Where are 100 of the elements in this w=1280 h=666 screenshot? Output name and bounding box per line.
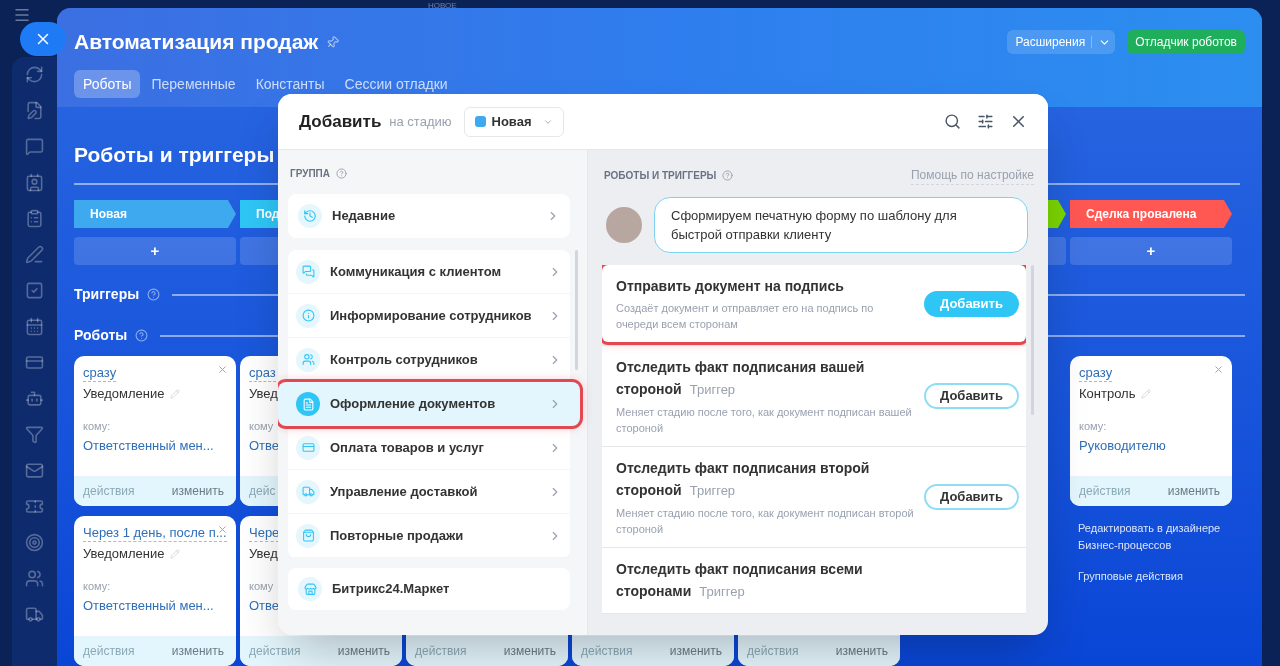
sidebar-icon[interactable] — [25, 569, 44, 588]
recipient-link[interactable]: Отве — [249, 436, 280, 456]
edit-link[interactable]: изменить — [503, 642, 556, 660]
recipient-link[interactable]: Руководителю — [1079, 436, 1166, 456]
tab[interactable]: Переменные — [142, 70, 245, 98]
robot-item[interactable]: Отправить документ на подпись Создаёт документ и отправляет его на подпись по очереди всем сторонам Добавить — [602, 265, 1027, 342]
group-icon — [301, 441, 315, 454]
column-link[interactable]: Групповые действия — [1070, 568, 1232, 585]
close-button[interactable] — [20, 22, 66, 56]
sidebar-icon[interactable] — [25, 281, 44, 300]
robot-name: Отследить факт подписания вашей стороной Триггер — [616, 358, 866, 399]
sidebar-icon[interactable] — [25, 389, 44, 408]
add-button[interactable]: Добавить — [924, 484, 1019, 510]
group-item[interactable]: Оплата товаров и услуг — [288, 426, 570, 470]
store-icon — [303, 582, 317, 596]
edit-link[interactable]: изменить — [337, 642, 390, 660]
robot-title: Контроль — [1079, 385, 1136, 403]
sidebar-icon[interactable] — [25, 497, 44, 516]
robot-title: Увед — [249, 385, 278, 403]
sidebar-icon[interactable] — [25, 353, 44, 372]
delay-link[interactable]: Через 1 день, после п... — [83, 524, 227, 542]
edit-link[interactable]: изменить — [1167, 482, 1220, 500]
group-item[interactable]: Битрикс24.Маркет — [288, 568, 570, 610]
tab[interactable]: Роботы — [74, 70, 141, 98]
edit-link[interactable]: изменить — [835, 642, 888, 660]
group-item[interactable]: Коммуникация с клиентом — [288, 250, 570, 294]
history-icon — [303, 209, 317, 223]
group-item[interactable]: Оформление документов — [278, 382, 580, 426]
debugger-button[interactable]: Отладчик роботов — [1127, 30, 1245, 54]
recipient-link[interactable]: Отве — [249, 596, 280, 616]
edit-link[interactable]: изменить — [669, 642, 722, 660]
section-title: Роботы и триггеры — [74, 142, 276, 168]
stage-dropdown[interactable]: Новая — [463, 106, 565, 137]
sidebar-icon[interactable] — [25, 101, 44, 120]
stage-label[interactable]: Новая — [74, 200, 236, 228]
sidebar-icon[interactable] — [25, 317, 44, 336]
scrollbar[interactable] — [575, 250, 578, 370]
robot-title: Уведомление — [83, 545, 165, 563]
robot-description: Создаёт документ и отправляет его на подпись по очереди всем сторонам — [616, 301, 875, 332]
extensions-button[interactable]: Расширения — [1007, 30, 1116, 54]
recipient-link[interactable]: Ответственный мен... — [83, 596, 214, 616]
search-icon[interactable] — [944, 113, 961, 130]
group-heading: ГРУППА — [290, 167, 331, 181]
robot-name: Отправить документ на подпись — [616, 277, 845, 296]
group-icon — [301, 485, 315, 498]
recipient-label: кому: — [1079, 418, 1107, 434]
robot-item[interactable]: Отследить факт подписания второй стороной Триггер Меняет стадию после того, как документ подписан второй стороной Добавить — [602, 447, 1027, 548]
new-label: НОВОЕ — [428, 0, 457, 12]
recipient-label: кому — [249, 578, 274, 594]
group-item[interactable]: Повторные продажи — [288, 514, 570, 558]
add-stage-button[interactable]: + — [1070, 237, 1232, 265]
stage-label[interactable]: Сделка провалена — [1070, 200, 1232, 228]
sidebar-icon[interactable] — [25, 533, 44, 552]
delay-link[interactable]: сразу — [1079, 364, 1113, 382]
recipient-label: кому: — [83, 578, 111, 594]
sidebar-icon[interactable] — [25, 137, 44, 156]
menu-icon[interactable] — [12, 6, 31, 24]
group-icon — [301, 353, 315, 366]
robot-title: Уведомление — [83, 385, 165, 403]
stage-prefix: на стадию — [389, 112, 452, 131]
robot-title: Увед — [249, 545, 278, 563]
sidebar-icon[interactable] — [25, 65, 44, 84]
group-icon — [301, 529, 315, 542]
settings-icon[interactable] — [977, 113, 994, 130]
robot-item[interactable]: Отследить факт подписания вашей стороной Триггер Меняет стадию после того, как документ подписан вашей стороной Добавить — [602, 346, 1027, 447]
robots-heading: РОБОТЫ И ТРИГГЕРЫ — [604, 169, 717, 183]
group-item[interactable]: Недавние — [288, 194, 570, 238]
recipient-label: кому: — [83, 418, 111, 434]
avatar-placeholder — [606, 207, 642, 243]
tab[interactable]: Константы — [246, 70, 334, 98]
sidebar-icon[interactable] — [25, 461, 44, 480]
edit-link[interactable]: изменить — [171, 642, 224, 660]
sidebar-icon[interactable] — [25, 425, 44, 444]
sidebar-icon[interactable] — [25, 209, 44, 228]
robot-name: Отследить факт подписания всеми сторонами Триггер — [616, 560, 864, 601]
robot-description: Меняет стадию после того, как документ подписан вашей стороной — [616, 405, 913, 436]
group-icon — [301, 397, 315, 411]
delay-link[interactable]: сразу — [83, 364, 117, 382]
robots-label: Роботы — [74, 326, 128, 345]
add-button[interactable]: Добавить — [924, 383, 1019, 409]
sidebar-icon[interactable] — [25, 605, 44, 624]
edit-link[interactable]: изменить — [171, 482, 224, 500]
help-icon[interactable] — [722, 170, 734, 181]
add-stage-button[interactable]: + — [74, 237, 236, 265]
recipient-label: кому — [249, 418, 274, 434]
delay-link[interactable]: сраз — [249, 364, 276, 382]
group-icon — [301, 265, 315, 278]
group-item[interactable]: Информирование сотрудников — [288, 294, 570, 338]
robot-item[interactable]: Отследить факт подписания всеми сторонами Триггер — [602, 548, 1027, 614]
sidebar-icon[interactable] — [25, 245, 44, 264]
triggers-label: Триггеры — [74, 285, 140, 304]
page-title: Автоматизация продаж — [74, 29, 319, 55]
tab[interactable]: Сессии отладки — [335, 70, 457, 98]
group-icon — [301, 309, 315, 322]
help-icon[interactable] — [336, 168, 348, 179]
recipient-link[interactable]: Ответственный мен... — [83, 436, 214, 456]
group-item[interactable]: Управление доставкой — [288, 470, 570, 514]
column-link[interactable]: Редактировать в дизайнере Бизнес-процессов — [1070, 520, 1232, 554]
sidebar-icon[interactable] — [25, 173, 44, 192]
advisor-bubble: Сформируем печатную форму по шаблону для быстрой отправки клиенту — [654, 197, 1028, 253]
